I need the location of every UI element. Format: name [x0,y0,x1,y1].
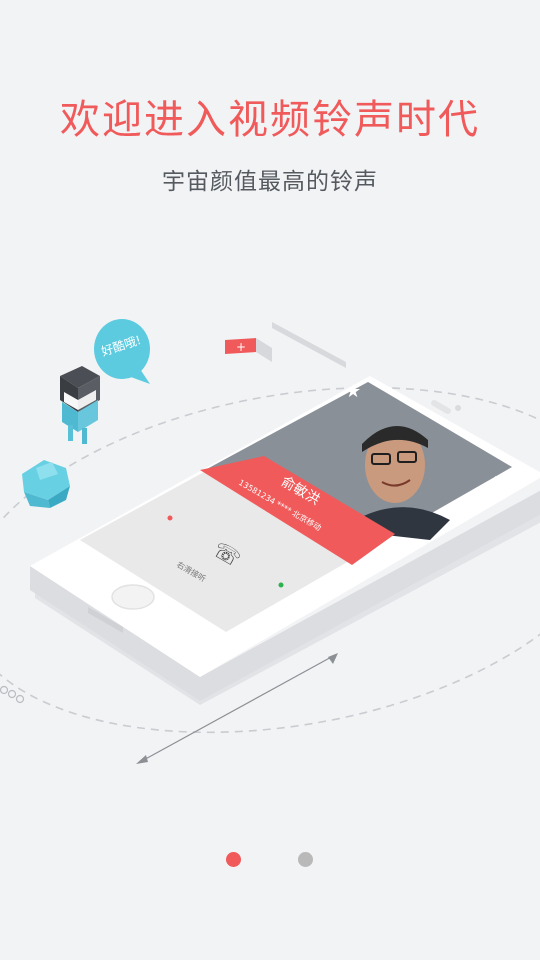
decor-circle [7,689,17,699]
home-button [111,584,155,610]
accept-dot [278,582,284,588]
dimension-arrow [328,653,338,664]
page-dot-inactive[interactable] [298,852,313,867]
crystal-rock [22,460,70,508]
star-icon: ★ [345,381,361,402]
page-dot-active[interactable] [226,852,241,867]
page-indicator [0,852,540,870]
page-subtitle: 宇宙颜值最高的铃声 [162,169,378,195]
decor-circle [0,685,9,695]
page-title: 欢迎进入视频铃声时代 [60,97,480,143]
decline-dot [167,515,173,521]
phone-camera [455,405,461,411]
plus-icon: + [236,340,246,354]
close-icon: × [493,473,504,488]
floating-red-block-side [256,338,272,362]
dimension-arrow [136,755,148,764]
cartoon-character [60,366,100,444]
speech-bubble: 好酷哦! [94,319,150,384]
hero-illustration: + 俞敏洪 13581234 **** 北京移动 ★ × ☏ 右滑接听 好酷哦! [0,300,540,800]
decor-circle [15,694,25,704]
floating-gray-bar [272,322,346,368]
